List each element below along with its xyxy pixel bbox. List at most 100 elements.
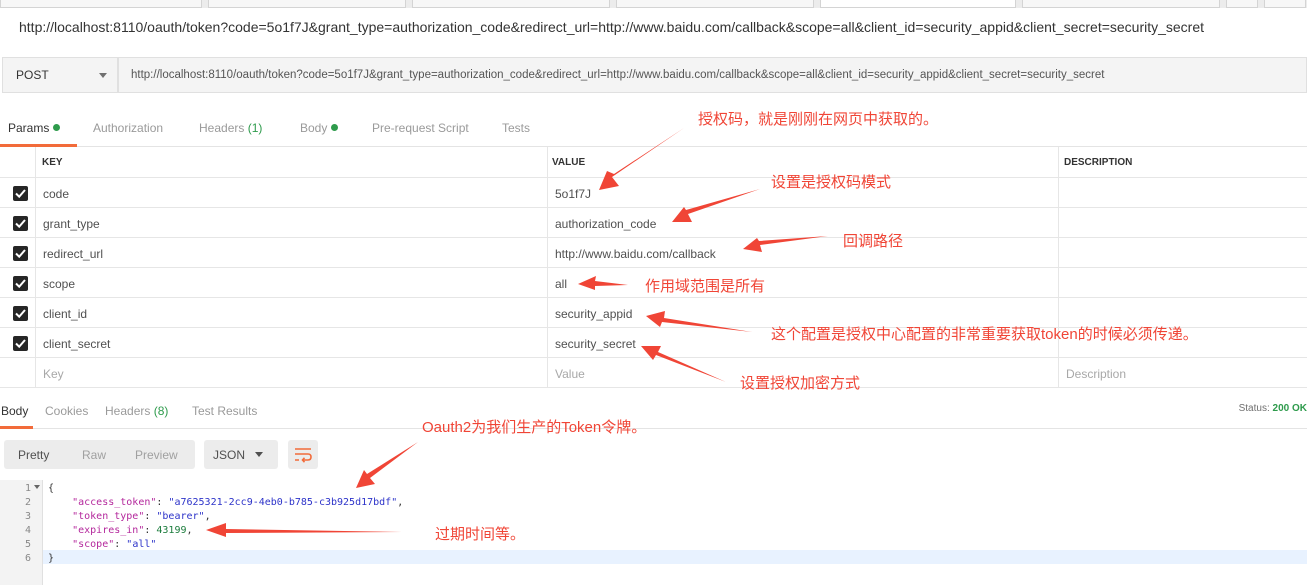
checkmark-icon — [15, 219, 26, 229]
url-text: http://localhost:8110/oauth/token?code=5… — [131, 69, 1105, 81]
row-checkbox[interactable] — [13, 276, 28, 291]
param-value[interactable]: 5o1f7J — [555, 187, 591, 201]
tab-label: Headers — [199, 121, 245, 135]
tab-prerequest-script[interactable]: Pre-request Script — [372, 121, 469, 135]
view-mode-group: Pretty Raw Preview — [4, 440, 195, 469]
row-divider — [0, 267, 1307, 268]
checkmark-icon — [15, 339, 26, 349]
tab-params[interactable]: Params — [8, 121, 61, 135]
tab-authorization[interactable]: Authorization — [93, 121, 163, 135]
chevron-down-icon — [99, 73, 107, 78]
param-key[interactable]: scope — [43, 277, 75, 291]
row-checkbox[interactable] — [13, 246, 28, 261]
param-key[interactable]: grant_type — [43, 217, 100, 231]
status-dot-icon — [53, 124, 61, 131]
fold-icon[interactable] — [34, 485, 40, 489]
annotation-token: Oauth2为我们生产的Token令牌。 — [422, 419, 647, 436]
line-number: 6 — [24, 553, 31, 564]
checkmark-icon — [15, 279, 26, 289]
url-input[interactable]: http://localhost:8110/oauth/token?code=5… — [118, 57, 1307, 93]
checkmark-icon — [15, 309, 26, 319]
row-checkbox[interactable] — [13, 306, 28, 321]
tab-tests[interactable]: Tests — [502, 121, 530, 135]
code-line: "access_token": "a7625321-2cc9-4eb0-b785… — [72, 497, 404, 508]
pretty-button[interactable]: Pretty — [18, 448, 49, 462]
preview-button[interactable]: Preview — [135, 448, 178, 462]
json-value: 43199 — [156, 525, 187, 536]
response-body-editor[interactable]: 1 2 3 4 5 6 { "access_token": "a7625321-… — [0, 480, 1307, 585]
code-line: } — [48, 553, 55, 564]
tab-response-body[interactable]: Body — [1, 404, 28, 418]
request-tab[interactable] — [412, 0, 610, 8]
row-checkbox[interactable] — [13, 186, 28, 201]
arrow-icon — [641, 346, 726, 382]
line-number: 5 — [24, 539, 31, 550]
method-label: POST — [16, 68, 49, 82]
tab-menu-button[interactable] — [1264, 0, 1306, 8]
new-value-input[interactable]: Value — [555, 367, 585, 381]
request-tab-active[interactable] — [820, 0, 1016, 8]
request-tab[interactable] — [616, 0, 814, 8]
row-divider — [0, 357, 1307, 358]
tab-cookies[interactable]: Cookies — [45, 404, 88, 418]
code-line: { — [48, 483, 55, 494]
json-value: "all" — [126, 539, 157, 550]
request-title: http://localhost:8110/oauth/token?code=5… — [19, 19, 1205, 35]
arrow-icon — [672, 189, 760, 222]
request-tab[interactable] — [1022, 0, 1220, 8]
param-key[interactable]: code — [43, 187, 69, 201]
row-checkbox[interactable] — [13, 216, 28, 231]
active-line-highlight — [43, 550, 1307, 564]
param-key[interactable]: client_id — [43, 307, 87, 321]
headers-count: (8) — [153, 404, 169, 418]
param-value[interactable]: http://www.baidu.com/callback — [555, 247, 716, 261]
tab-headers[interactable]: Headers (1) — [199, 121, 262, 135]
new-tab-button[interactable] — [1226, 0, 1258, 8]
method-select[interactable]: POST — [2, 57, 118, 93]
checkmark-icon — [15, 189, 26, 199]
param-value[interactable]: security_secret — [555, 337, 636, 351]
tab-test-results[interactable]: Test Results — [192, 404, 257, 418]
new-key-input[interactable]: Key — [43, 367, 64, 381]
row-divider — [0, 237, 1307, 238]
arrow-group — [206, 128, 828, 537]
line-number: 1 — [24, 483, 31, 494]
param-key[interactable]: client_secret — [43, 337, 110, 351]
arrow-icon — [743, 236, 828, 252]
arrow-icon — [646, 311, 752, 332]
tab-response-headers[interactable]: Headers (8) — [105, 404, 168, 418]
row-checkbox[interactable] — [13, 336, 28, 351]
code-line: "token_type": "bearer", — [72, 511, 211, 522]
request-tab-strip — [0, 0, 1307, 8]
format-select[interactable]: JSON — [204, 440, 278, 469]
param-key[interactable]: redirect_url — [43, 247, 103, 261]
arrow-icon — [578, 276, 628, 290]
json-key: "token_type" — [72, 511, 145, 522]
json-key: "scope" — [72, 539, 115, 550]
wrap-lines-button[interactable] — [288, 440, 318, 469]
param-value[interactable]: security_appid — [555, 307, 632, 321]
code-line: "scope": "all" — [72, 539, 157, 550]
response-tabs: Body Cookies Headers (8) Test Results — [0, 398, 1307, 429]
annotation-code: 授权码，就是刚刚在网页中获取的。 — [698, 111, 939, 128]
status-dot-icon — [331, 124, 339, 131]
request-tab[interactable] — [208, 0, 406, 8]
annotation-client-secret: 设置授权加密方式 — [740, 375, 861, 392]
wrap-icon — [295, 448, 312, 463]
row-divider — [0, 297, 1307, 298]
annotation-client-id: 这个配置是授权中心配置的非常重要获取token的时候必须传递。 — [771, 326, 1198, 343]
request-tabs: Params Authorization Headers (1) Body Pr… — [0, 114, 1307, 147]
column-header-key: KEY — [42, 157, 63, 168]
param-value[interactable]: all — [555, 277, 567, 291]
new-description-input[interactable]: Description — [1066, 367, 1126, 381]
annotation-expires: 过期时间等。 — [435, 526, 526, 543]
tab-body[interactable]: Body — [300, 121, 339, 135]
param-value[interactable]: authorization_code — [555, 217, 656, 231]
status-label: Status: — [1238, 403, 1270, 414]
request-tab[interactable] — [0, 0, 202, 8]
line-number: 4 — [24, 525, 31, 536]
json-key: "expires_in" — [72, 525, 145, 536]
annotation-scope: 作用域范围是所有 — [645, 278, 766, 295]
raw-button[interactable]: Raw — [82, 448, 106, 462]
row-divider — [0, 387, 1307, 388]
